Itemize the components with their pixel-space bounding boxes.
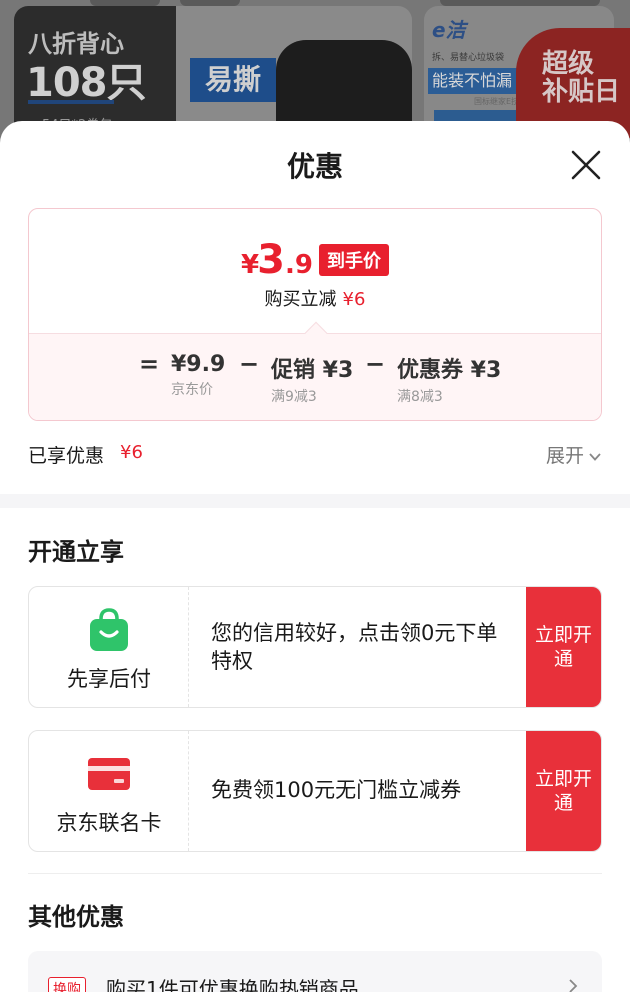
sheet-title: 优惠 [286,150,343,183]
benefit-desc: 您的信用较好，点击领0元下单特权 [211,621,498,673]
breakdown-sub: 满8减3 [397,389,443,405]
chevron-down-icon [589,452,601,461]
breakdown-value: 促销 ¥3 [271,358,354,383]
chevron-right-icon [569,979,578,992]
divider-line [28,873,602,874]
benefit-desc: 免费领100元无门槛立减券 [211,778,462,802]
enjoyed-label: 已享优惠 [28,445,105,467]
final-price: ¥3.9 到手价 [29,237,601,283]
final-price-badge: 到手价 [318,244,389,276]
bg-brand: e洁 [432,18,466,42]
bg-product-card: 八折背心 108只 54只*2卷包 易撕 [14,6,412,140]
bg-tag: 易撕 [190,58,276,102]
breakdown-item: ¥9.9 京东价 [171,352,225,399]
minus-sign: − [239,350,260,378]
discount-sheet: 优惠 ¥3.9 到手价 购买立减 ¥6 = ¥9.9 京东价 − 促销 ¥3 满… [0,121,630,992]
benefit-name: 京东联名卡 [56,811,162,835]
discount-label: 购买立减 [264,289,337,310]
expand-label: 展开 [545,445,584,467]
other-offer-text: 购买1件可优惠换购热销商品 [106,977,359,992]
open-now-button[interactable]: 立即开通 [526,587,601,707]
bg-text: 拆、易替心垃圾袋 [432,53,505,63]
expand-toggle[interactable]: 展开 [546,441,602,468]
background-product-strip: 八折背心 108只 54只*2卷包 易撕 e洁 拆、易替心垃圾袋 能装不怕漏 国… [0,0,630,140]
other-offer-row[interactable]: 换购 购买1件可优惠换购热销商品 [28,951,602,992]
enjoyed-amount: ¥6 [120,442,143,463]
open-benefit-card: 京东联名卡 免费领100元无门槛立减券 立即开通 [28,730,602,852]
section-divider [0,494,630,508]
price-breakdown: = ¥9.9 京东价 − 促销 ¥3 满9减3 − 优惠券 ¥3 满8减3 [29,333,601,420]
open-benefit-card: 先享后付 您的信用较好，点击领0元下单特权 立即开通 [28,586,602,708]
breakdown-value: 优惠券 ¥3 [397,358,502,383]
close-icon[interactable] [568,147,604,183]
section-title-other: 其他优惠 [28,903,124,931]
bg-badge-line: 补贴日 [542,77,621,107]
breakdown-sub: 京东价 [171,382,213,398]
minus-sign: − [365,350,386,378]
shopping-bag-icon [90,608,128,651]
breakdown-item: 优惠券 ¥3 满8减3 [397,352,501,406]
open-now-button[interactable]: 立即开通 [526,731,601,851]
breakdown-sub: 满9减3 [271,389,317,405]
equals-sign: = [139,350,160,378]
section-title-open: 开通立享 [28,538,124,566]
breakdown-value: ¥9.9 [171,352,226,377]
price-integer: 3 [257,237,285,283]
bg-badge-line: 超级 [542,49,595,79]
breakdown-item: 促销 ¥3 满9减3 [271,352,353,406]
discount-amount: ¥6 [342,289,366,310]
price-decimal: .9 [284,250,313,280]
discount-line: 购买立减 ¥6 [29,285,601,311]
bg-text: 国标继家E技 [474,97,520,106]
price-summary-card: ¥3.9 到手价 购买立减 ¥6 = ¥9.9 京东价 − 促销 ¥3 满9减3 − [28,208,602,421]
credit-card-icon [88,758,130,790]
benefit-name: 先享后付 [67,667,151,691]
swap-tag: 换购 [48,977,86,992]
enjoyed-discount-row: 已享优惠 ¥6 展开 [28,441,602,471]
